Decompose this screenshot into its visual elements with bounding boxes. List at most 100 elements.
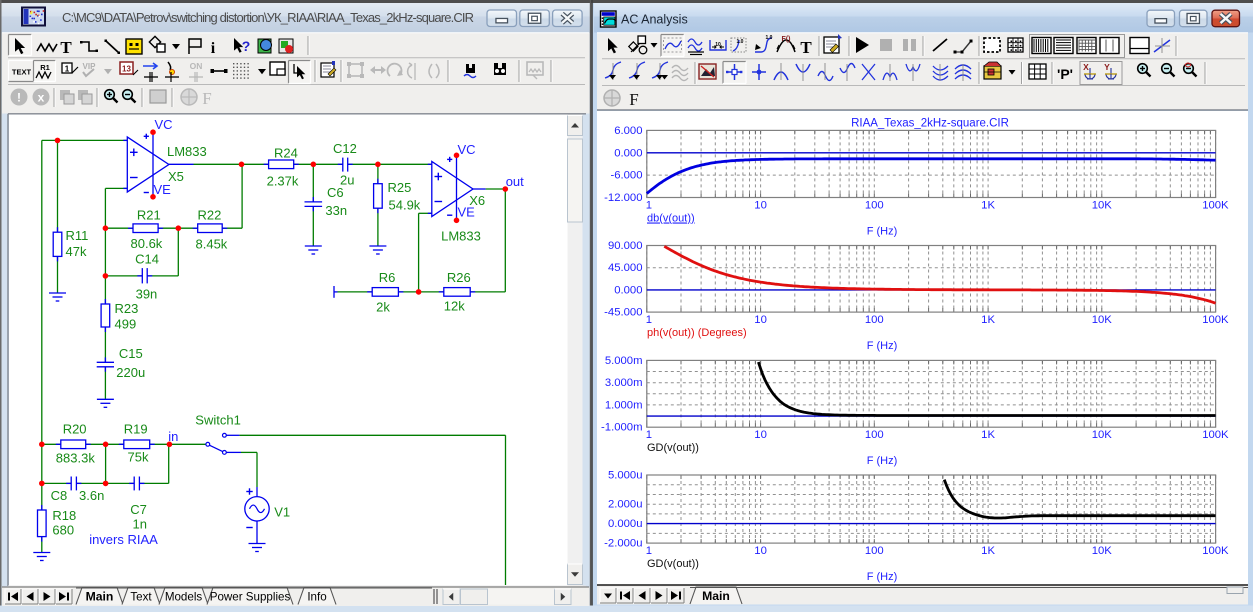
svg-text:100: 100 [865,545,884,557]
svg-text:100: 100 [865,429,884,441]
svg-text:F (Hz): F (Hz) [867,571,898,583]
svg-text:C8: C8 [51,488,68,503]
svg-text:in: in [168,429,178,444]
svg-text:12k: 12k [444,298,465,313]
svg-text:10: 10 [754,545,767,557]
svg-text:Text: Text [130,590,152,603]
svg-text:R18: R18 [52,508,76,523]
svg-text:499: 499 [115,316,137,331]
svg-text:1K: 1K [981,314,995,326]
svg-text:1K: 1K [981,200,995,212]
svg-text:100: 100 [865,200,884,212]
svg-text:47k: 47k [66,244,87,259]
svg-text:LM833: LM833 [167,144,207,159]
svg-text:ph(v(out)) (Degrees): ph(v(out)) (Degrees) [647,327,747,339]
svg-text:C7: C7 [130,502,147,517]
svg-text:C15: C15 [119,346,143,361]
svg-text:680: 680 [52,523,74,538]
svg-text:R26: R26 [447,270,471,285]
svg-text:1: 1 [646,200,652,212]
svg-text:-45.000: -45.000 [604,307,642,319]
svg-text:Power Supplies: Power Supplies [210,590,291,603]
svg-text:VE: VE [458,205,476,220]
svg-text:i: i [211,40,216,57]
svg-text:TEXT: TEXT [12,68,32,77]
svg-text:54.9k: 54.9k [389,198,421,213]
svg-text:1.000m: 1.000m [605,399,643,411]
svg-text:220u: 220u [116,365,145,380]
svg-text:R24: R24 [274,146,298,161]
svg-text:VE: VE [154,182,172,197]
svg-text:5.000m: 5.000m [605,355,643,367]
svg-text:out: out [506,174,524,189]
svg-text:C12: C12 [333,141,357,156]
svg-text:100K: 100K [1202,545,1229,557]
svg-text:0.000: 0.000 [614,147,642,159]
svg-text:10K: 10K [1092,314,1113,326]
svg-text:8.45k: 8.45k [196,237,228,252]
svg-text:F(): F() [782,36,791,43]
svg-text:F: F [629,90,638,109]
svg-text:?: ? [242,38,251,54]
svg-text:R11: R11 [66,228,89,243]
svg-text:1.0: 1.0 [766,35,773,41]
svg-text:10: 10 [715,42,721,48]
svg-text:R20: R20 [63,421,87,436]
svg-text:3.000m: 3.000m [605,377,643,389]
svg-text:-1.000m: -1.000m [601,422,642,434]
svg-text:1: 1 [646,545,652,557]
svg-text:ON: ON [190,61,203,71]
svg-text:39n: 39n [136,287,158,302]
svg-text:C:\MC9\DATA\Petrov\switching d: C:\MC9\DATA\Petrov\switching distortion\… [62,10,474,25]
svg-text:Info: Info [307,590,326,603]
svg-text:2.000u: 2.000u [608,499,643,511]
svg-text:1.0: 1.0 [737,39,744,45]
svg-text:F (Hz): F (Hz) [867,226,898,238]
svg-text:GD(v(out)): GD(v(out)) [647,558,699,570]
svg-text:F: F [202,89,211,108]
svg-text:3.6n: 3.6n [79,488,104,503]
svg-text:LM833: LM833 [441,229,481,244]
svg-text:R25: R25 [388,180,412,195]
svg-text:1K: 1K [981,429,995,441]
svg-text:C14: C14 [135,252,159,267]
svg-text:R19: R19 [124,421,148,436]
svg-text:F (Hz): F (Hz) [867,455,898,467]
svg-text:C6: C6 [327,185,344,200]
svg-text:0.000: 0.000 [614,284,642,296]
svg-text:2.37k: 2.37k [267,174,299,189]
svg-text:6.000: 6.000 [614,125,642,137]
svg-text:R23: R23 [115,301,139,316]
svg-text:db(v(out)): db(v(out)) [647,213,695,225]
svg-text:1: 1 [646,429,652,441]
svg-text:VC: VC [458,142,476,157]
svg-text:1: 1 [65,65,70,74]
svg-text:Main: Main [86,589,114,603]
svg-text:100K: 100K [1202,200,1229,212]
svg-text:10K: 10K [1092,545,1113,557]
svg-text:100K: 100K [1202,429,1229,441]
svg-text:2k: 2k [376,299,390,314]
svg-text:Y: Y [1104,62,1110,72]
svg-text:-2.000u: -2.000u [604,538,642,550]
svg-text:V1: V1 [274,505,290,520]
svg-text:GD(v(out)): GD(v(out)) [647,442,699,454]
svg-text:Main: Main [702,589,730,603]
svg-text:VC: VC [155,117,173,132]
svg-text:100K: 100K [1202,314,1229,326]
svg-text:R6: R6 [379,270,396,285]
svg-text:45.000: 45.000 [608,262,643,274]
svg-text:invers RIAA: invers RIAA [89,532,158,547]
svg-text:AC Analysis: AC Analysis [621,12,688,26]
svg-text:Switch1: Switch1 [195,413,241,428]
svg-text:33n: 33n [325,203,347,218]
svg-text:-12.000: -12.000 [604,192,642,204]
svg-text:F (Hz): F (Hz) [867,340,898,352]
svg-text:R22: R22 [198,208,222,223]
svg-text:10: 10 [754,429,767,441]
svg-text:R1: R1 [40,63,50,72]
svg-text:13: 13 [122,65,131,74]
svg-text:!: ! [17,91,21,105]
svg-text:100: 100 [865,314,884,326]
svg-text:-6.000: -6.000 [610,170,642,182]
